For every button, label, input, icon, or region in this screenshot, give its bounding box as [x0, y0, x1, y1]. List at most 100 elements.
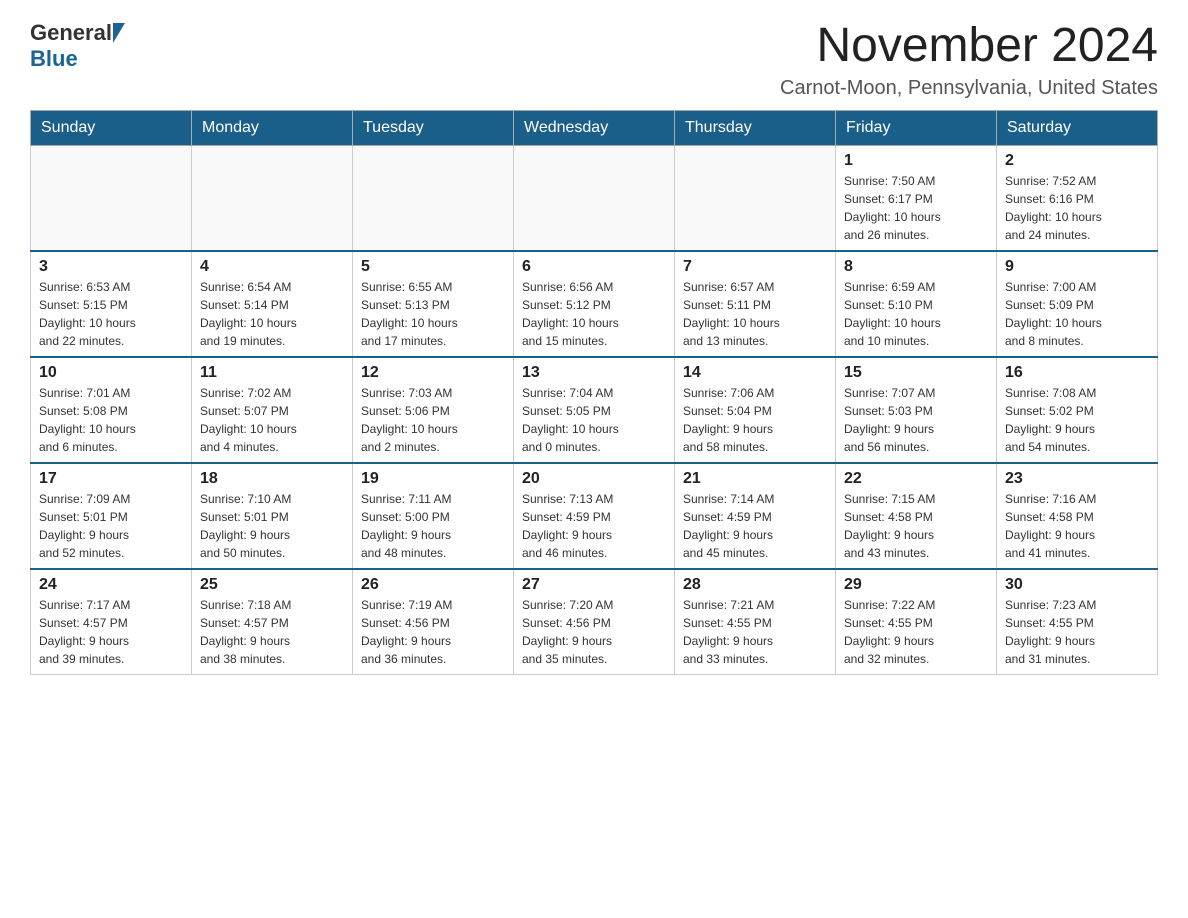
- logo-general-text: General: [30, 20, 112, 46]
- calendar-title: November 2024: [780, 20, 1158, 73]
- day-info: Sunrise: 7:11 AM Sunset: 5:00 PM Dayligh…: [361, 490, 505, 562]
- day-info: Sunrise: 7:20 AM Sunset: 4:56 PM Dayligh…: [522, 596, 666, 668]
- day-info: Sunrise: 7:06 AM Sunset: 5:04 PM Dayligh…: [683, 384, 827, 456]
- day-info: Sunrise: 7:14 AM Sunset: 4:59 PM Dayligh…: [683, 490, 827, 562]
- table-row: 21 Sunrise: 7:14 AM Sunset: 4:59 PM Dayli…: [675, 463, 836, 569]
- col-sunday: Sunday: [31, 110, 192, 145]
- day-info: Sunrise: 7:00 AM Sunset: 5:09 PM Dayligh…: [1005, 278, 1149, 350]
- day-info: Sunrise: 7:18 AM Sunset: 4:57 PM Dayligh…: [200, 596, 344, 668]
- table-row: 13 Sunrise: 7:04 AM Sunset: 5:05 PM Dayli…: [514, 357, 675, 463]
- day-info: Sunrise: 7:02 AM Sunset: 5:07 PM Dayligh…: [200, 384, 344, 456]
- logo-blue-text: Blue: [30, 46, 78, 71]
- calendar-week-row: 24 Sunrise: 7:17 AM Sunset: 4:57 PM Dayli…: [31, 569, 1158, 675]
- logo: General Blue: [30, 20, 126, 72]
- day-number: 12: [361, 364, 505, 382]
- calendar-week-row: 3 Sunrise: 6:53 AM Sunset: 5:15 PM Daylig…: [31, 251, 1158, 357]
- table-row: 23Sunrise: 7:16 AM Sunset: 4:58 PM Dayli…: [997, 463, 1158, 569]
- col-wednesday: Wednesday: [514, 110, 675, 145]
- day-info: Sunrise: 7:21 AM Sunset: 4:55 PM Dayligh…: [683, 596, 827, 668]
- day-number: 6: [522, 258, 666, 276]
- day-number: 15: [844, 364, 988, 382]
- table-row: [353, 145, 514, 251]
- table-row: 28 Sunrise: 7:21 AM Sunset: 4:55 PM Dayli…: [675, 569, 836, 675]
- table-row: 22 Sunrise: 7:15 AM Sunset: 4:58 PM Dayli…: [836, 463, 997, 569]
- day-number: 29: [844, 576, 988, 594]
- day-info: Sunrise: 7:52 AM Sunset: 6:16 PM Dayligh…: [1005, 172, 1149, 244]
- day-info: Sunrise: 6:53 AM Sunset: 5:15 PM Dayligh…: [39, 278, 183, 350]
- table-row: 17 Sunrise: 7:09 AM Sunset: 5:01 PM Dayli…: [31, 463, 192, 569]
- day-info: Sunrise: 7:13 AM Sunset: 4:59 PM Dayligh…: [522, 490, 666, 562]
- day-number: 2: [1005, 152, 1149, 170]
- calendar-table: Sunday Monday Tuesday Wednesday Thursday…: [30, 110, 1158, 675]
- table-row: 20 Sunrise: 7:13 AM Sunset: 4:59 PM Dayli…: [514, 463, 675, 569]
- day-number: 3: [39, 258, 183, 276]
- col-tuesday: Tuesday: [353, 110, 514, 145]
- day-info: Sunrise: 7:17 AM Sunset: 4:57 PM Dayligh…: [39, 596, 183, 668]
- day-number: 5: [361, 258, 505, 276]
- table-row: 18 Sunrise: 7:10 AM Sunset: 5:01 PM Dayli…: [192, 463, 353, 569]
- day-number: 21: [683, 470, 827, 488]
- day-info: Sunrise: 6:57 AM Sunset: 5:11 PM Dayligh…: [683, 278, 827, 350]
- day-number: 17: [39, 470, 183, 488]
- calendar-subtitle: Carnot-Moon, Pennsylvania, United States: [780, 77, 1158, 100]
- col-saturday: Saturday: [997, 110, 1158, 145]
- table-row: 11 Sunrise: 7:02 AM Sunset: 5:07 PM Dayli…: [192, 357, 353, 463]
- day-number: 22: [844, 470, 988, 488]
- table-row: 15 Sunrise: 7:07 AM Sunset: 5:03 PM Dayli…: [836, 357, 997, 463]
- table-row: 2 Sunrise: 7:52 AM Sunset: 6:16 PM Daylig…: [997, 145, 1158, 251]
- calendar-week-row: 1Sunrise: 7:50 AM Sunset: 6:17 PM Daylig…: [31, 145, 1158, 251]
- table-row: 29 Sunrise: 7:22 AM Sunset: 4:55 PM Dayli…: [836, 569, 997, 675]
- table-row: 24 Sunrise: 7:17 AM Sunset: 4:57 PM Dayli…: [31, 569, 192, 675]
- day-info: Sunrise: 7:22 AM Sunset: 4:55 PM Dayligh…: [844, 596, 988, 668]
- day-info: Sunrise: 7:10 AM Sunset: 5:01 PM Dayligh…: [200, 490, 344, 562]
- day-number: 20: [522, 470, 666, 488]
- col-monday: Monday: [192, 110, 353, 145]
- day-number: 28: [683, 576, 827, 594]
- day-number: 24: [39, 576, 183, 594]
- calendar-header-row: Sunday Monday Tuesday Wednesday Thursday…: [31, 110, 1158, 145]
- day-info: Sunrise: 6:59 AM Sunset: 5:10 PM Dayligh…: [844, 278, 988, 350]
- day-info: Sunrise: 7:04 AM Sunset: 5:05 PM Dayligh…: [522, 384, 666, 456]
- day-number: 26: [361, 576, 505, 594]
- day-info: Sunrise: 6:55 AM Sunset: 5:13 PM Dayligh…: [361, 278, 505, 350]
- table-row: 3 Sunrise: 6:53 AM Sunset: 5:15 PM Daylig…: [31, 251, 192, 357]
- table-row: 1Sunrise: 7:50 AM Sunset: 6:17 PM Daylig…: [836, 145, 997, 251]
- day-number: 18: [200, 470, 344, 488]
- table-row: 5 Sunrise: 6:55 AM Sunset: 5:13 PM Daylig…: [353, 251, 514, 357]
- calendar-week-row: 10 Sunrise: 7:01 AM Sunset: 5:08 PM Dayli…: [31, 357, 1158, 463]
- day-number: 19: [361, 470, 505, 488]
- table-row: 30Sunrise: 7:23 AM Sunset: 4:55 PM Dayli…: [997, 569, 1158, 675]
- table-row: 12 Sunrise: 7:03 AM Sunset: 5:06 PM Dayli…: [353, 357, 514, 463]
- day-number: 14: [683, 364, 827, 382]
- day-number: 11: [200, 364, 344, 382]
- table-row: [192, 145, 353, 251]
- table-row: 25Sunrise: 7:18 AM Sunset: 4:57 PM Dayli…: [192, 569, 353, 675]
- calendar-week-row: 17 Sunrise: 7:09 AM Sunset: 5:01 PM Dayli…: [31, 463, 1158, 569]
- day-info: Sunrise: 7:15 AM Sunset: 4:58 PM Dayligh…: [844, 490, 988, 562]
- logo-triangle-icon: [113, 23, 125, 43]
- day-info: Sunrise: 7:03 AM Sunset: 5:06 PM Dayligh…: [361, 384, 505, 456]
- table-row: 4Sunrise: 6:54 AM Sunset: 5:14 PM Daylig…: [192, 251, 353, 357]
- day-info: Sunrise: 7:16 AM Sunset: 4:58 PM Dayligh…: [1005, 490, 1149, 562]
- col-friday: Friday: [836, 110, 997, 145]
- table-row: [514, 145, 675, 251]
- day-number: 13: [522, 364, 666, 382]
- day-info: Sunrise: 7:01 AM Sunset: 5:08 PM Dayligh…: [39, 384, 183, 456]
- day-info: Sunrise: 7:07 AM Sunset: 5:03 PM Dayligh…: [844, 384, 988, 456]
- day-info: Sunrise: 7:08 AM Sunset: 5:02 PM Dayligh…: [1005, 384, 1149, 456]
- day-info: Sunrise: 7:09 AM Sunset: 5:01 PM Dayligh…: [39, 490, 183, 562]
- day-info: Sunrise: 7:23 AM Sunset: 4:55 PM Dayligh…: [1005, 596, 1149, 668]
- table-row: 6Sunrise: 6:56 AM Sunset: 5:12 PM Daylig…: [514, 251, 675, 357]
- day-number: 7: [683, 258, 827, 276]
- table-row: 10 Sunrise: 7:01 AM Sunset: 5:08 PM Dayli…: [31, 357, 192, 463]
- page-header: General Blue November 2024 Carnot-Moon, …: [30, 20, 1158, 100]
- table-row: 8Sunrise: 6:59 AM Sunset: 5:10 PM Daylig…: [836, 251, 997, 357]
- table-row: 19 Sunrise: 7:11 AM Sunset: 5:00 PM Dayli…: [353, 463, 514, 569]
- table-row: 26Sunrise: 7:19 AM Sunset: 4:56 PM Dayli…: [353, 569, 514, 675]
- table-row: 16Sunrise: 7:08 AM Sunset: 5:02 PM Dayli…: [997, 357, 1158, 463]
- day-number: 4: [200, 258, 344, 276]
- table-row: 7 Sunrise: 6:57 AM Sunset: 5:11 PM Daylig…: [675, 251, 836, 357]
- table-row: [31, 145, 192, 251]
- table-row: 14 Sunrise: 7:06 AM Sunset: 5:04 PM Dayli…: [675, 357, 836, 463]
- day-number: 10: [39, 364, 183, 382]
